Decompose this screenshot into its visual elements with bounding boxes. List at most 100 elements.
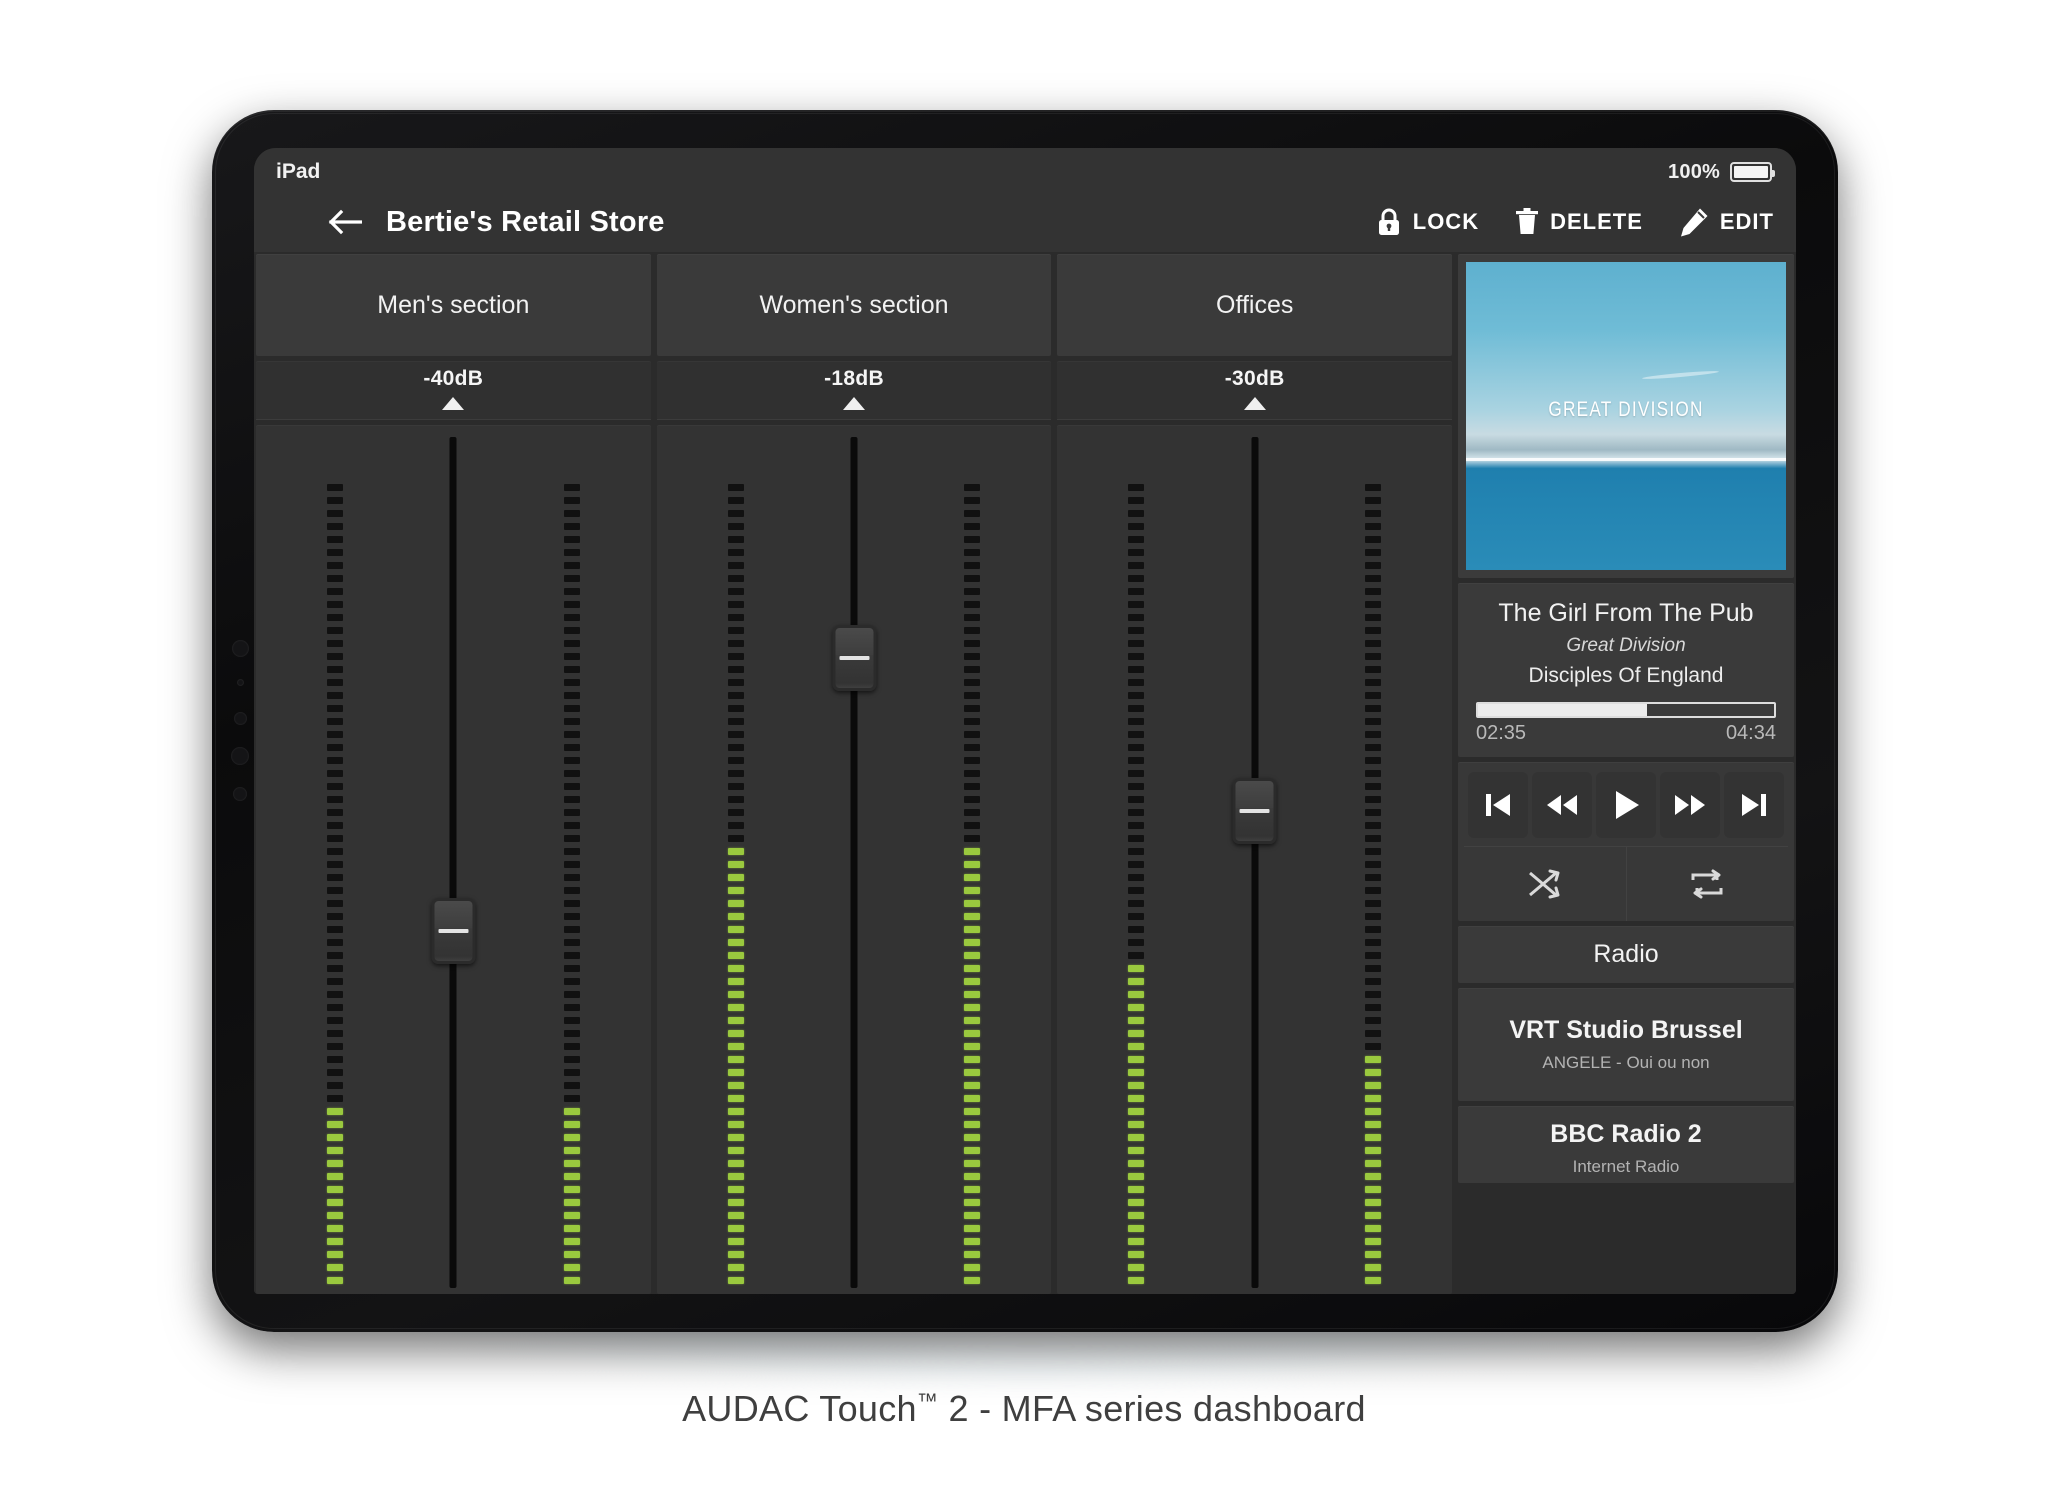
vu-segment: [327, 1121, 343, 1128]
vu-segment: [1365, 614, 1381, 621]
next-track-button[interactable]: [1724, 772, 1784, 838]
zone-header[interactable]: Women's section: [657, 254, 1052, 356]
zone-fader-area[interactable]: [256, 425, 651, 1294]
vu-segment: [964, 1082, 980, 1089]
vu-segment: [964, 874, 980, 881]
vu-segment: [327, 588, 343, 595]
zone-fader-area[interactable]: [657, 425, 1052, 1294]
vu-segment: [564, 861, 580, 868]
vu-segment: [964, 510, 980, 517]
zone-db-value: -30dB: [1057, 367, 1452, 391]
vu-segment: [964, 549, 980, 556]
album-art-card[interactable]: GREAT DIVISION: [1458, 254, 1794, 578]
vu-segment: [327, 939, 343, 946]
zone-volume-readout[interactable]: -18dB: [657, 361, 1052, 420]
vu-segment: [1128, 510, 1144, 517]
vu-segment: [728, 874, 744, 881]
vu-segment: [728, 1082, 744, 1089]
vu-segment: [1365, 1082, 1381, 1089]
radio-station-item[interactable]: BBC Radio 2 Internet Radio: [1458, 1106, 1794, 1183]
delete-button[interactable]: DELETE: [1515, 207, 1643, 237]
vu-segment: [1128, 1199, 1144, 1206]
previous-track-button[interactable]: [1468, 772, 1528, 838]
fader-handle[interactable]: [832, 625, 876, 691]
fader-track[interactable]: [1251, 437, 1258, 1288]
vu-segment: [1365, 484, 1381, 491]
vu-segment: [964, 536, 980, 543]
vu-segment: [964, 952, 980, 959]
vu-segment: [327, 783, 343, 790]
vu-segment: [564, 978, 580, 985]
vu-segment: [327, 1212, 343, 1219]
vu-segment: [1365, 1004, 1381, 1011]
vu-segment: [728, 848, 744, 855]
vu-segment: [1128, 835, 1144, 842]
vu-segment: [564, 939, 580, 946]
zone-volume-readout[interactable]: -40dB: [256, 361, 651, 420]
vu-segment: [327, 952, 343, 959]
shuffle-icon: [1526, 867, 1564, 901]
vu-segment: [964, 939, 980, 946]
radio-station-item[interactable]: VRT Studio Brussel ANGELE - Oui ou non: [1458, 988, 1794, 1101]
zone-header[interactable]: Offices: [1057, 254, 1452, 356]
vu-segment: [1365, 1017, 1381, 1024]
vu-segment: [1365, 796, 1381, 803]
vu-segment: [327, 978, 343, 985]
vu-segment: [327, 1277, 343, 1284]
shuffle-button[interactable]: [1464, 847, 1627, 921]
fader-track[interactable]: [450, 437, 457, 1288]
vu-segment: [728, 1147, 744, 1154]
vu-segment: [1128, 666, 1144, 673]
vu-segment: [564, 783, 580, 790]
fast-forward-icon: [1670, 788, 1710, 822]
vu-segment: [964, 1108, 980, 1115]
vu-segment: [728, 1108, 744, 1115]
vu-segment: [1128, 627, 1144, 634]
sensor-dot: [237, 679, 244, 686]
play-button[interactable]: [1596, 772, 1656, 838]
vu-segment: [964, 757, 980, 764]
vu-segment: [564, 562, 580, 569]
vu-segment: [1365, 1212, 1381, 1219]
vu-segment: [327, 718, 343, 725]
delete-button-label: DELETE: [1550, 209, 1643, 235]
vu-segment: [1365, 952, 1381, 959]
vu-segment: [964, 887, 980, 894]
vu-segment: [728, 978, 744, 985]
track-title: The Girl From The Pub: [1476, 599, 1776, 628]
vu-segment: [728, 484, 744, 491]
vu-segment: [1365, 1186, 1381, 1193]
zone-volume-readout[interactable]: -30dB: [1057, 361, 1452, 420]
progress-bar[interactable]: [1476, 702, 1776, 718]
vu-segment: [327, 679, 343, 686]
lock-button[interactable]: LOCK: [1376, 207, 1479, 237]
vu-meter-left: [327, 439, 343, 1290]
vu-segment: [964, 1173, 980, 1180]
back-arrow-icon[interactable]: [328, 208, 362, 236]
vu-segment: [564, 835, 580, 842]
edit-button[interactable]: EDIT: [1679, 207, 1774, 237]
fader-handle[interactable]: [1233, 778, 1277, 844]
vu-segment: [728, 1030, 744, 1037]
zone-db-value: -40dB: [256, 367, 651, 391]
zone-header[interactable]: Men's section: [256, 254, 651, 356]
vu-segment: [1128, 692, 1144, 699]
vu-segment: [1128, 926, 1144, 933]
repeat-button[interactable]: [1627, 847, 1789, 921]
progress-area[interactable]: 02:35 04:34: [1476, 702, 1776, 745]
vu-segment: [564, 705, 580, 712]
rewind-button[interactable]: [1532, 772, 1592, 838]
vu-segment: [728, 861, 744, 868]
vu-segment: [564, 679, 580, 686]
zone-fader-area[interactable]: [1057, 425, 1452, 1294]
vu-segment: [964, 1225, 980, 1232]
fader-track[interactable]: [851, 437, 858, 1288]
vu-segment: [564, 822, 580, 829]
vu-segment: [964, 1147, 980, 1154]
vu-segment: [728, 536, 744, 543]
hamburger-menu-icon[interactable]: [274, 210, 306, 234]
vu-segment: [964, 1095, 980, 1102]
fader-handle[interactable]: [431, 898, 475, 964]
vu-segment: [564, 1199, 580, 1206]
fast-forward-button[interactable]: [1660, 772, 1720, 838]
